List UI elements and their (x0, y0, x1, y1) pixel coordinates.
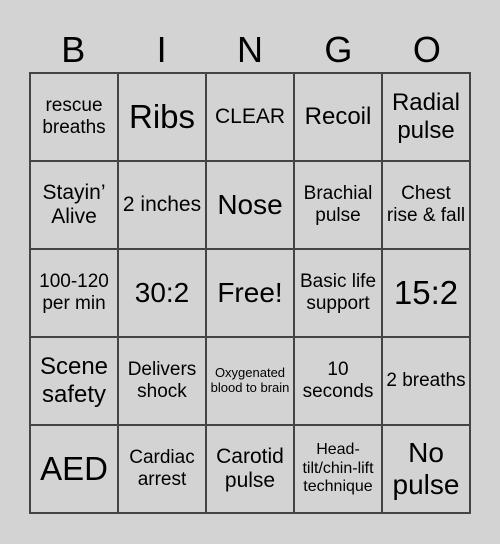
bingo-cell[interactable]: CLEAR (206, 73, 294, 161)
bingo-cell[interactable]: AED (30, 425, 118, 513)
header-letter-g: G (324, 29, 353, 70)
bingo-cell[interactable]: 2 breaths (382, 337, 470, 425)
bingo-cell[interactable]: Nose (206, 161, 294, 249)
header-letter-n: N (237, 29, 264, 70)
bingo-cell[interactable]: Carotid pulse (206, 425, 294, 513)
bingo-cell[interactable]: Stayin’ Alive (30, 161, 118, 249)
bingo-grid: rescue breaths Ribs CLEAR Recoil Radial … (29, 72, 471, 514)
bingo-cell[interactable]: Radial pulse (382, 73, 470, 161)
bingo-cell[interactable]: Chest rise & fall (382, 161, 470, 249)
bingo-cell[interactable]: No pulse (382, 425, 470, 513)
bingo-cell-free[interactable]: Free! (206, 249, 294, 337)
bingo-cell[interactable]: Scene safety (30, 337, 118, 425)
bingo-header: B I N G O (29, 28, 471, 72)
bingo-cell[interactable]: Recoil (294, 73, 382, 161)
header-letter-o: O (412, 29, 441, 70)
bingo-cell[interactable]: Ribs (118, 73, 206, 161)
bingo-cell[interactable]: Brachial pulse (294, 161, 382, 249)
bingo-cell[interactable]: Delivers shock (118, 337, 206, 425)
bingo-cell[interactable]: Basic life support (294, 249, 382, 337)
bingo-cell[interactable]: Cardiac arrest (118, 425, 206, 513)
header-letter-i: I (156, 29, 167, 70)
bingo-cell[interactable]: 10 seconds (294, 337, 382, 425)
bingo-cell[interactable]: Oxygenated blood to brain (206, 337, 294, 425)
bingo-cell[interactable]: 15:2 (382, 249, 470, 337)
bingo-cell[interactable]: Head-tilt/chin-lift technique (294, 425, 382, 513)
bingo-cell[interactable]: rescue breaths (30, 73, 118, 161)
bingo-cell[interactable]: 100-120 per min (30, 249, 118, 337)
header-letter-b: B (61, 29, 86, 70)
bingo-cell[interactable]: 30:2 (118, 249, 206, 337)
bingo-cell[interactable]: 2 inches (118, 161, 206, 249)
